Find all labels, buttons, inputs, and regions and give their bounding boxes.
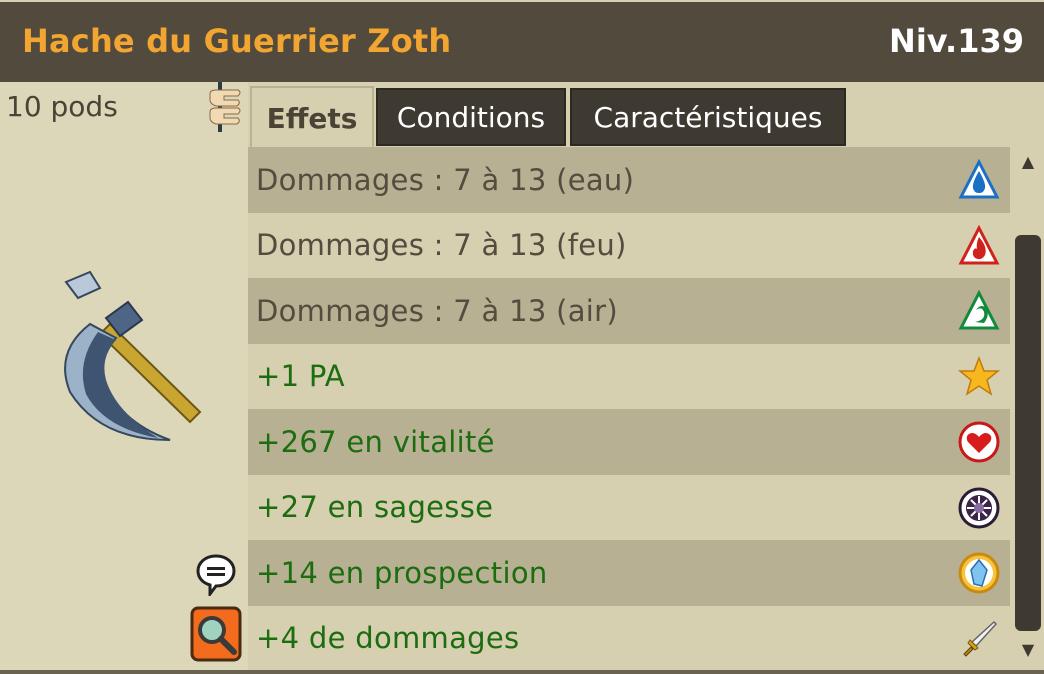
chat-link-icon[interactable] <box>196 552 236 596</box>
axe-weapon-image <box>64 270 202 441</box>
effect-text: +4 de dommages <box>256 621 520 656</box>
scroll-down-arrow-icon[interactable]: ▼ <box>1019 641 1037 659</box>
heart-icon <box>958 421 1000 463</box>
inspect-magnifier-icon[interactable] <box>190 606 242 662</box>
scroll-up-arrow-icon[interactable]: ▲ <box>1019 153 1037 171</box>
scrollbar-thumb[interactable] <box>1015 235 1041 631</box>
wisdom-icon <box>958 487 1000 528</box>
item-tabs: Effets Conditions Caractéristiques <box>248 82 1044 148</box>
effects-list: Dommages : 7 à 13 (eau) Dommages : 7 à 1… <box>248 147 1010 674</box>
effect-row: Dommages : 7 à 13 (eau) <box>248 147 1010 213</box>
prospecting-icon <box>958 552 1000 594</box>
effect-row: +1 PA <box>248 343 1010 409</box>
item-level: Niv.139 <box>889 22 1024 60</box>
effects-scrollbar[interactable]: ▲ ▼ <box>1011 147 1044 674</box>
tab-conditions[interactable]: Conditions <box>376 88 566 146</box>
effect-row: +267 en vitalité <box>248 409 1010 475</box>
effect-text: Dommages : 7 à 13 (eau) <box>256 162 635 197</box>
effect-row: +27 en sagesse <box>248 474 1010 540</box>
item-header: Hache du Guerrier Zoth Niv.139 <box>0 0 1044 82</box>
effect-row: +14 en prospection <box>248 540 1010 606</box>
item-weight: 10 pods <box>6 90 118 123</box>
bottom-border <box>0 670 1044 674</box>
item-preview-panel: 10 pods <box>0 82 248 674</box>
sword-icon <box>963 620 998 657</box>
effect-row: +4 de dommages <box>248 605 1010 671</box>
tab-effets[interactable]: Effets <box>250 86 374 148</box>
water-element-icon <box>958 159 1000 199</box>
two-handed-icon <box>209 82 241 132</box>
air-element-icon <box>958 290 1000 330</box>
item-title: Hache du Guerrier Zoth <box>22 22 452 60</box>
effect-text: Dommages : 7 à 13 (air) <box>256 293 618 328</box>
tab-caracteristiques[interactable]: Caractéristiques <box>570 88 846 146</box>
effect-text: +27 en sagesse <box>256 490 494 525</box>
effect-text: +1 PA <box>256 359 345 394</box>
star-icon <box>958 355 1000 396</box>
effect-text: +14 en prospection <box>256 555 548 590</box>
effect-text: Dommages : 7 à 13 (feu) <box>256 228 627 263</box>
effect-row: Dommages : 7 à 13 (feu) <box>248 212 1010 278</box>
effect-row: Dommages : 7 à 13 (air) <box>248 278 1010 344</box>
effect-text: +267 en vitalité <box>256 424 495 459</box>
fire-element-icon <box>958 224 1000 264</box>
